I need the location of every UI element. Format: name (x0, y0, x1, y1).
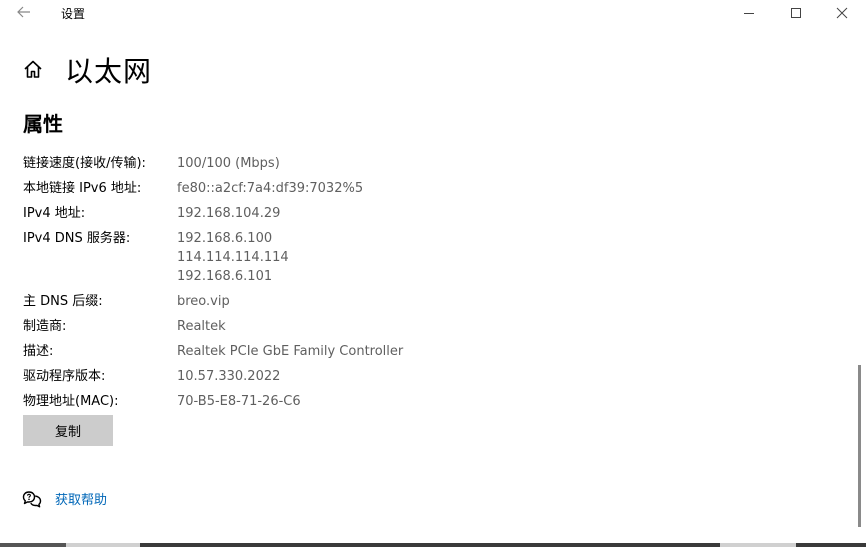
section-title-properties: 属性 (23, 112, 63, 136)
property-value-line: 10.57.330.2022 (177, 369, 281, 384)
property-label: 本地链接 IPv6 地址: (23, 181, 142, 196)
bottom-edge-segment (796, 543, 866, 547)
property-value-line: 70-B5-E8-71-26-C6 (177, 394, 301, 409)
property-value-line: breo.vip (177, 294, 230, 309)
property-row-link-speed: 链接速度(接收/传输): 100/100 (Mbps) (23, 154, 623, 173)
property-value: 192.168.104.29 (177, 204, 280, 223)
property-value: 10.57.330.2022 (177, 367, 280, 386)
bottom-edge-segment (0, 543, 66, 547)
page-title: 以太网 (65, 55, 153, 88)
get-help-label: 获取帮助 (55, 493, 108, 508)
property-row-dns-suffix: 主 DNS 后缀: breo.vip (23, 292, 623, 311)
back-arrow-icon (17, 6, 30, 18)
property-label: 物理地址(MAC): (23, 394, 119, 409)
property-label: 制造商: (23, 319, 67, 334)
property-label: 链接速度(接收/传输): (23, 156, 146, 171)
get-help-link[interactable]: 获取帮助 (22, 489, 107, 508)
property-value-line: fe80::a2cf:7a4:df39:7032%5 (177, 181, 364, 196)
property-value-line: 192.168.6.100 (177, 231, 273, 246)
property-value: fe80::a2cf:7a4:df39:7032%5 (177, 179, 363, 198)
property-label: 驱动程序版本: (23, 369, 106, 384)
minimize-button[interactable] (727, 0, 771, 26)
property-value: 70-B5-E8-71-26-C6 (177, 392, 301, 411)
property-label: 描述: (23, 344, 54, 359)
property-value-line: 192.168.104.29 (177, 206, 281, 221)
property-row-description: 描述: Realtek PCIe GbE Family Controller (23, 342, 623, 361)
property-row-manufacturer: 制造商: Realtek (23, 317, 623, 336)
property-label: IPv4 地址: (23, 206, 86, 221)
property-value: Realtek (177, 317, 226, 336)
close-button[interactable] (820, 0, 864, 26)
property-label: 主 DNS 后缀: (23, 294, 103, 309)
property-row-mac: 物理地址(MAC): 70-B5-E8-71-26-C6 (23, 392, 623, 411)
property-row-ipv4: IPv4 地址: 192.168.104.29 (23, 204, 623, 223)
property-value-line: 100/100 (Mbps) (177, 156, 280, 171)
back-button[interactable] (12, 2, 36, 22)
help-chat-icon (22, 490, 42, 507)
property-value: 100/100 (Mbps) (177, 154, 280, 173)
property-value-line: 192.168.6.101 (177, 269, 273, 284)
vertical-scrollbar[interactable] (858, 365, 861, 527)
window-title: 设置 (61, 7, 86, 21)
property-value: breo.vip (177, 292, 230, 311)
properties-list: 链接速度(接收/传输): 100/100 (Mbps) 本地链接 IPv6 地址… (23, 154, 623, 411)
property-value-line: Realtek (177, 319, 226, 334)
maximize-icon (791, 8, 801, 18)
property-value: Realtek PCIe GbE Family Controller (177, 342, 403, 361)
copy-button[interactable]: 复制 (23, 415, 113, 446)
home-icon[interactable] (22, 58, 44, 80)
title-bar: 设置 (0, 0, 866, 26)
minimize-icon (744, 13, 754, 14)
property-value: 192.168.6.100 114.114.114.114 192.168.6.… (177, 229, 289, 286)
maximize-button[interactable] (774, 0, 818, 26)
property-row-driver-version: 驱动程序版本: 10.57.330.2022 (23, 367, 623, 386)
property-row-ipv6: 本地链接 IPv6 地址: fe80::a2cf:7a4:df39:7032%5 (23, 179, 623, 198)
bottom-edge-segment (140, 543, 720, 547)
property-value-line: Realtek PCIe GbE Family Controller (177, 344, 404, 359)
property-label: IPv4 DNS 服务器: (23, 231, 131, 246)
property-value-line: 114.114.114.114 (177, 250, 289, 265)
property-row-ipv4-dns: IPv4 DNS 服务器: 192.168.6.100 114.114.114.… (23, 229, 623, 286)
close-icon (836, 7, 848, 19)
